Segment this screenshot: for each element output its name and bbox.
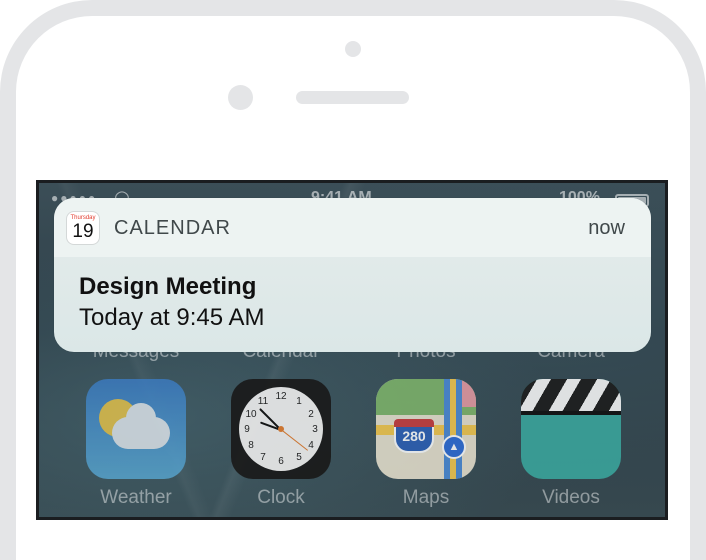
cloud-icon: [112, 403, 170, 449]
maps-building-area: [460, 379, 476, 407]
app-label-videos: Videos: [542, 487, 600, 508]
clock-numeral: 5: [296, 452, 302, 463]
notification-time: now: [588, 217, 625, 239]
speaker-grille: [296, 91, 409, 104]
clapperboard-icon: [521, 379, 621, 411]
clock-numeral: 7: [260, 452, 266, 463]
clapperboard-hinge: [521, 411, 621, 415]
maps-app-icon[interactable]: 280 ▲: [376, 379, 476, 479]
clock-numeral: 12: [275, 391, 287, 402]
clock-numeral: 8: [248, 440, 254, 451]
notification-body: Today at 9:45 AM: [79, 304, 265, 331]
app-label-clock: Clock: [257, 487, 305, 508]
clock-numeral: 3: [312, 424, 318, 435]
videos-app-icon[interactable]: [521, 379, 621, 479]
maps-road: [450, 379, 456, 479]
calendar-notification[interactable]: Thursday 19 CALENDAR now Design Meeting …: [54, 198, 651, 352]
clock-center: [278, 426, 284, 432]
notification-header: Thursday 19 CALENDAR now: [54, 198, 651, 257]
clock-numeral: 10: [245, 409, 257, 420]
clock-numeral: 9: [244, 424, 250, 435]
interstate-shield-icon: 280: [394, 419, 434, 453]
app-label-maps: Maps: [402, 487, 450, 508]
clock-numeral: 1: [296, 396, 302, 407]
calendar-icon: Thursday 19: [67, 212, 99, 244]
clock-numeral: 2: [308, 409, 314, 420]
front-camera: [345, 41, 361, 57]
clock-numeral: 6: [278, 456, 284, 467]
notification-title: Design Meeting: [79, 273, 257, 300]
app-label-row-bottom: Weather Clock Maps Videos: [39, 487, 665, 511]
notification-app-name: CALENDAR: [114, 217, 231, 239]
phone-device: ●●●●● ◠ 9:41 AM 100% Messages Calendar P…: [0, 0, 706, 560]
proximity-sensor: [228, 85, 253, 110]
clock-face: 12 1 2 3 4 5 6 7 8 9 10 11: [239, 387, 323, 471]
clock-app-icon[interactable]: 12 1 2 3 4 5 6 7 8 9 10 11: [231, 379, 331, 479]
clock-numeral: 11: [257, 396, 269, 407]
app-label-weather: Weather: [100, 487, 172, 508]
calendar-icon-date: 19: [72, 221, 94, 242]
location-arrow-icon: ▲: [442, 435, 466, 459]
weather-app-icon[interactable]: [86, 379, 186, 479]
